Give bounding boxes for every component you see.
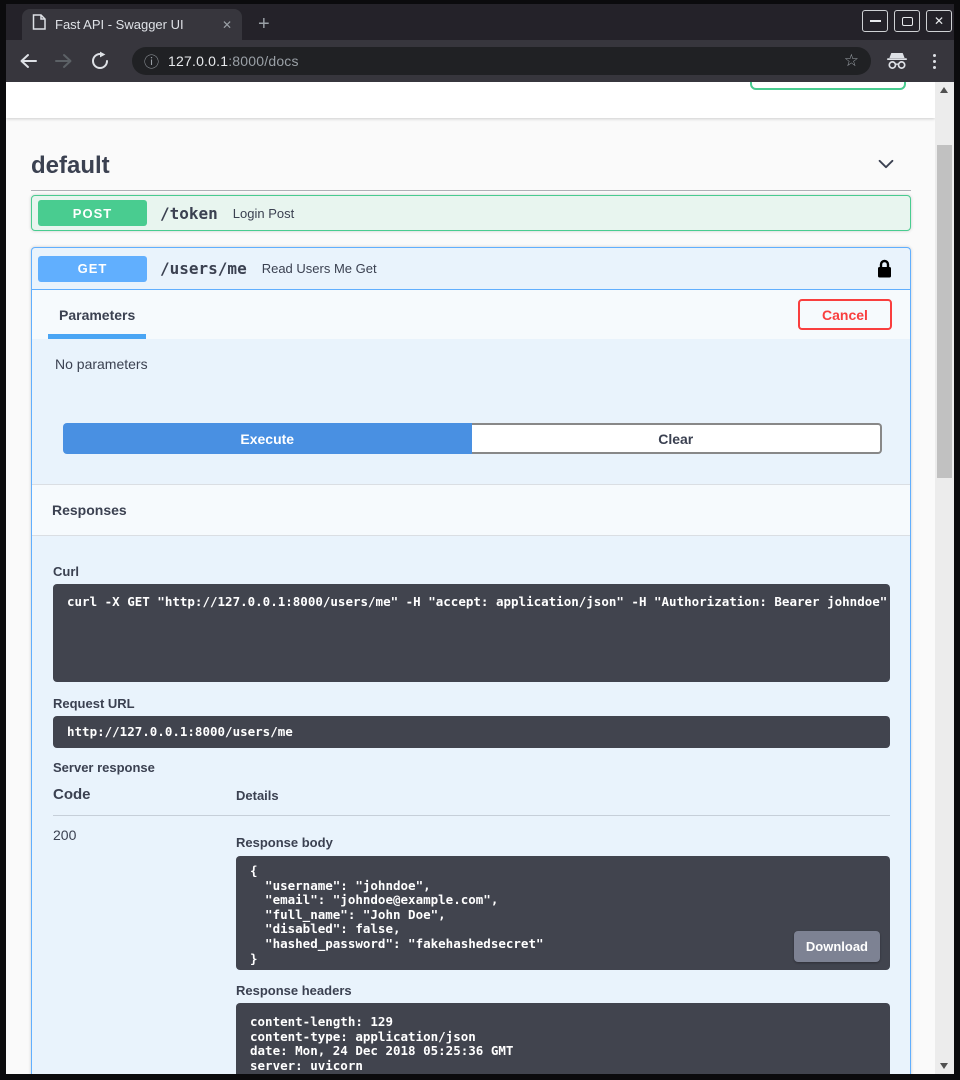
- page-favicon-icon: [32, 14, 46, 35]
- response-row: 200 Response body { "username": "johndoe…: [53, 816, 890, 1074]
- request-url-label: Request URL: [53, 696, 890, 712]
- url-text[interactable]: 127.0.0.1:8000/docs: [168, 53, 299, 69]
- code-column-header: Code: [53, 786, 236, 803]
- section-divider: [31, 190, 911, 191]
- tab-close-icon[interactable]: ✕: [222, 18, 232, 32]
- browser-tab[interactable]: Fast API - Swagger UI ✕: [22, 9, 242, 40]
- parameters-tab-label: Parameters: [59, 307, 135, 323]
- cancel-button[interactable]: Cancel: [798, 299, 892, 330]
- response-body-json[interactable]: { "username": "johndoe", "email": "johnd…: [236, 856, 890, 970]
- response-headers-label: Response headers: [236, 983, 890, 999]
- tab-title: Fast API - Swagger UI: [55, 17, 214, 32]
- bookmark-star-icon[interactable]: ☆: [844, 51, 859, 71]
- back-icon[interactable]: [18, 51, 38, 71]
- browser-window: Fast API - Swagger UI ✕ + ✕ ⓘ 127.0.0.1:…: [0, 0, 960, 1080]
- incognito-icon: [885, 52, 909, 70]
- get-summary: Read Users Me Get: [262, 261, 377, 276]
- download-button[interactable]: Download: [794, 931, 880, 962]
- page-viewport: default POST /token Login Post GET /user…: [6, 82, 954, 1074]
- clear-button[interactable]: Clear: [472, 423, 883, 454]
- scrollbar-thumb[interactable]: [937, 145, 952, 478]
- tag-title: default: [31, 152, 110, 180]
- scroll-up-icon[interactable]: [940, 87, 948, 93]
- scheme-container: [6, 82, 935, 118]
- forward-icon[interactable]: [54, 51, 74, 71]
- close-window-button[interactable]: ✕: [926, 10, 952, 32]
- get-path: /users/me: [160, 259, 247, 278]
- responses-body: Curl curl -X GET "http://127.0.0.1:8000/…: [32, 536, 910, 1074]
- authorize-button[interactable]: [750, 82, 906, 90]
- reload-icon[interactable]: [90, 51, 110, 71]
- post-summary: Login Post: [233, 206, 294, 221]
- execute-wrapper: Execute Clear: [63, 423, 882, 454]
- browser-menu-icon[interactable]: [927, 52, 942, 71]
- curl-label: Curl: [53, 564, 890, 580]
- api-operations: default POST /token Login Post GET /user…: [31, 148, 911, 1074]
- new-tab-button[interactable]: +: [258, 14, 270, 34]
- response-body-wrap: { "username": "johndoe", "email": "johnd…: [236, 856, 890, 970]
- browser-titlebar: Fast API - Swagger UI ✕ + ✕: [6, 4, 954, 40]
- curl-command[interactable]: curl -X GET "http://127.0.0.1:8000/users…: [53, 584, 890, 682]
- get-opblock-header[interactable]: GET /users/me Read Users Me Get: [32, 248, 910, 290]
- server-response-label: Server response: [53, 760, 890, 776]
- parameters-body: No parameters Execute Clear: [32, 339, 910, 484]
- active-tab-underline: [48, 334, 146, 339]
- chevron-down-icon[interactable]: [875, 153, 897, 180]
- responses-section-header: Responses: [32, 484, 910, 536]
- browser-toolbar: ⓘ 127.0.0.1:8000/docs ☆: [6, 40, 954, 82]
- response-body-label: Response body: [236, 835, 890, 851]
- execute-button[interactable]: Execute: [63, 423, 472, 454]
- page-scrollbar[interactable]: [935, 82, 954, 1074]
- response-headers-value[interactable]: content-length: 129 content-type: applic…: [236, 1003, 890, 1074]
- get-method-badge: GET: [38, 256, 147, 282]
- response-details: Response body { "username": "johndoe", "…: [236, 827, 890, 1074]
- scroll-down-icon[interactable]: [940, 1063, 948, 1069]
- auth-lock-icon[interactable]: [877, 259, 892, 279]
- minimize-button[interactable]: [862, 10, 888, 32]
- details-column-header: Details: [236, 786, 890, 803]
- site-info-icon[interactable]: ⓘ: [144, 51, 159, 72]
- operation-tabbar: Parameters Cancel: [32, 290, 910, 339]
- opblock-post-token[interactable]: POST /token Login Post: [31, 195, 911, 231]
- window-controls: ✕: [862, 10, 952, 32]
- response-table-header: Code Details: [53, 786, 890, 816]
- maximize-button[interactable]: [894, 10, 920, 32]
- responses-title: Responses: [52, 502, 127, 518]
- no-parameters-text: No parameters: [55, 356, 882, 372]
- swagger-page: default POST /token Login Post GET /user…: [6, 82, 935, 1074]
- opblock-get-users-me: GET /users/me Read Users Me Get Para: [31, 247, 911, 1074]
- tab-parameters[interactable]: Parameters: [48, 290, 146, 339]
- address-bar[interactable]: ⓘ 127.0.0.1:8000/docs ☆: [132, 47, 871, 75]
- tag-section-header[interactable]: default: [31, 148, 911, 184]
- post-method-badge: POST: [38, 200, 147, 226]
- request-url-value[interactable]: http://127.0.0.1:8000/users/me: [53, 716, 890, 748]
- post-path: /token: [160, 204, 218, 223]
- status-code: 200: [53, 827, 236, 1074]
